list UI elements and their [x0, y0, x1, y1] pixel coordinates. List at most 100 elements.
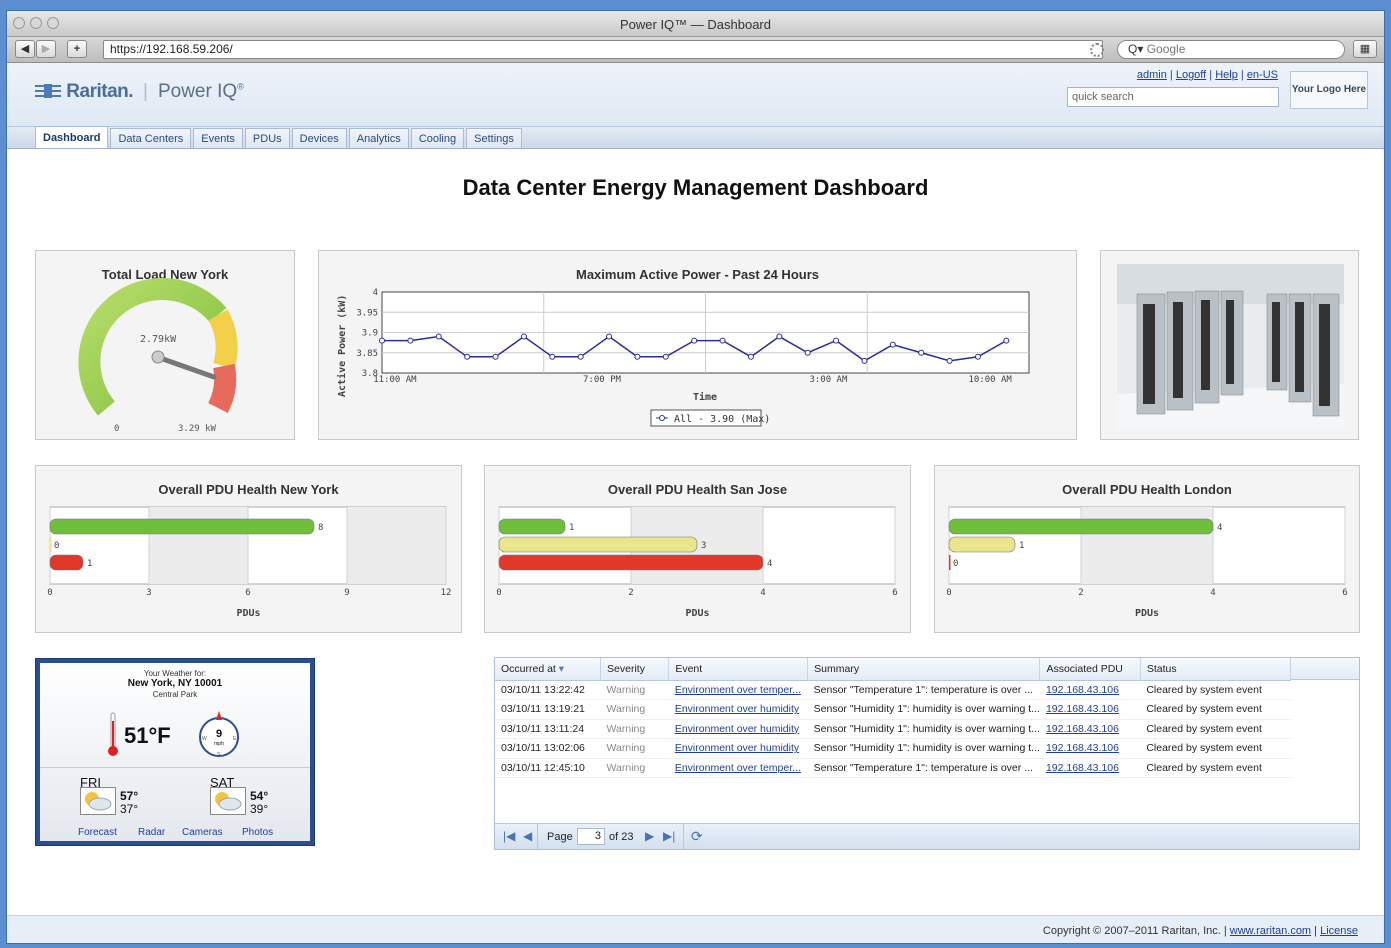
weather-cameras-link[interactable]: Cameras — [182, 827, 223, 838]
col-severity[interactable]: Severity — [600, 658, 670, 681]
x-tick-label: 6 — [1342, 588, 1347, 598]
line-data-point — [719, 337, 726, 344]
x-tick-label: 0 — [47, 588, 52, 598]
partly-cloudy-icon — [80, 787, 116, 815]
back-button[interactable]: ◀ — [15, 40, 35, 58]
logoff-link[interactable]: Logoff — [1176, 69, 1206, 81]
gauge-green-band — [78, 277, 227, 416]
next-page-icon[interactable]: ▶ — [645, 829, 654, 843]
event-row[interactable]: 03/10/11 13:22:42 Warning Environment over… — [495, 680, 1291, 700]
last-page-icon[interactable]: ▶| — [663, 829, 675, 843]
license-link[interactable]: License — [1320, 925, 1358, 937]
forward-button[interactable]: ▶ — [36, 40, 56, 58]
weather-sublocation: Central Park — [152, 690, 198, 699]
browser-window: Power IQ™ — Dashboard ◀ ▶ + https://192.… — [6, 10, 1385, 944]
line-data-point — [379, 337, 385, 344]
event-occurred-at: 03/10/11 13:19:21 — [495, 699, 601, 720]
col-occurred-at[interactable]: Occurred at ▾ — [495, 658, 602, 681]
weather-radar-link[interactable]: Radar — [138, 827, 165, 838]
event-occurred-at: 03/10/11 13:02:06 — [495, 738, 601, 759]
admin-link[interactable]: admin — [1137, 69, 1167, 81]
line-data-point — [577, 353, 584, 360]
tab-devices[interactable]: Devices — [291, 128, 347, 148]
tab-dashboard[interactable]: Dashboard — [35, 126, 109, 148]
datacenter-photo-panel — [1100, 250, 1359, 440]
event-row[interactable]: 03/10/11 13:11:24 Warning Environment over… — [495, 719, 1291, 739]
event-link[interactable]: Environment over temper... — [675, 684, 801, 696]
pdu-link[interactable]: 192.168.43.106 — [1046, 684, 1119, 696]
url-field[interactable]: https://192.168.59.206/ — [103, 40, 1103, 59]
health-bar — [49, 554, 84, 571]
event-link[interactable]: Environment over humidity — [675, 742, 799, 754]
event-occurred-at: 03/10/11 12:45:10 — [495, 758, 601, 778]
tab-analytics[interactable]: Analytics — [348, 128, 409, 148]
pdu-link[interactable]: 192.168.43.106 — [1046, 742, 1119, 754]
refresh-icon[interactable]: ⟳ — [691, 828, 703, 845]
add-bookmark-button[interactable]: + — [67, 40, 87, 58]
google-search-field[interactable]: Q▾ Google — [1117, 40, 1345, 59]
bar-value-label: 8 — [318, 523, 323, 533]
forecast-day-1-high: 57° — [120, 789, 139, 803]
x-tick-label: 3:00 AM — [809, 375, 848, 385]
pdu-link[interactable]: 192.168.43.106 — [1046, 703, 1119, 715]
bar-value-label: 0 — [953, 559, 958, 569]
pdu-link[interactable]: 192.168.43.106 — [1046, 762, 1119, 774]
bookmarks-grid-icon[interactable]: ▦ — [1353, 40, 1377, 58]
event-severity: Warning — [600, 699, 669, 720]
col-summary[interactable]: Summary — [807, 658, 1041, 681]
forecast-day-2-low: 39° — [250, 802, 269, 816]
event-link[interactable]: Environment over humidity — [675, 703, 799, 715]
event-name: Environment over humidity — [668, 699, 808, 720]
line-data-point — [747, 353, 754, 360]
col-event[interactable]: Event — [668, 658, 809, 681]
window-title: Power IQ™ — Dashboard — [619, 17, 771, 32]
main-tabs: Dashboard Data Centers Events PDUs Devic… — [7, 126, 1384, 149]
event-link[interactable]: Environment over humidity — [675, 723, 799, 735]
bar-value-label: 3 — [701, 541, 706, 551]
health-bar — [498, 536, 698, 553]
prev-page-icon[interactable]: ◀ — [523, 829, 532, 843]
line-data-point — [861, 357, 868, 364]
pdu-ny-xlabel: PDUs — [236, 608, 261, 619]
event-row[interactable]: 03/10/11 13:19:21 Warning Environment over… — [495, 699, 1291, 720]
event-summary: Sensor "Temperature 1": temperature is o… — [807, 680, 1040, 700]
line-data-point — [918, 349, 925, 356]
event-row[interactable]: 03/10/11 12:45:10 Warning Environment over… — [495, 758, 1291, 778]
bar-value-label: 0 — [54, 541, 59, 551]
partly-cloudy-icon — [210, 787, 246, 815]
quick-search-input[interactable]: quick search — [1067, 87, 1279, 107]
tab-cooling[interactable]: Cooling — [410, 128, 465, 148]
weather-location: New York, NY 10001 — [127, 678, 223, 689]
custom-logo-placeholder: Your Logo Here — [1290, 71, 1368, 109]
event-summary: Sensor "Humidity 1": humidity is over wa… — [807, 719, 1040, 739]
first-page-icon[interactable]: |◀ — [503, 829, 515, 843]
line-chart-svg: 43.953.93.853.8 11:00 AM 7:00 PM 3:00 AM 10… — [336, 288, 1030, 427]
col-associated-pdu[interactable]: Associated PDU — [1039, 658, 1141, 681]
health-bar — [948, 536, 1016, 553]
event-row[interactable]: 03/10/11 13:02:06 Warning Environment over… — [495, 738, 1291, 759]
line-data-point — [946, 357, 953, 364]
tab-pdus[interactable]: PDUs — [244, 128, 290, 148]
url-text: https://192.168.59.206/ — [110, 42, 233, 56]
event-status: Cleared by system event — [1140, 758, 1291, 778]
page-number-input[interactable]: 3 — [577, 828, 605, 845]
help-link[interactable]: Help — [1215, 69, 1238, 81]
event-link[interactable]: Environment over temper... — [675, 762, 801, 774]
tab-data-centers[interactable]: Data Centers — [110, 128, 192, 148]
events-table: Occurred at ▾ Severity Event Summary Ass… — [495, 658, 1292, 778]
raritan-logo-icon — [35, 84, 61, 98]
tab-settings[interactable]: Settings — [466, 128, 522, 148]
loading-spinner-icon — [1090, 43, 1104, 57]
window-titlebar: Power IQ™ — Dashboard — [7, 11, 1384, 37]
weather-photos-link[interactable]: Photos — [242, 827, 273, 838]
event-summary: Sensor "Humidity 1": humidity is over wa… — [807, 738, 1040, 759]
raritan-site-link[interactable]: www.raritan.com — [1230, 925, 1311, 937]
pdu-link[interactable]: 192.168.43.106 — [1046, 723, 1119, 735]
col-status[interactable]: Status — [1140, 658, 1292, 681]
tab-events[interactable]: Events — [193, 128, 243, 148]
gauge-panel: Total Load New York 2.79kW 0 3.29 kW — [35, 250, 295, 440]
y-tick-label: 3.95 — [356, 308, 378, 318]
line-data-point — [691, 337, 698, 344]
weather-forecast-link[interactable]: Forecast — [78, 827, 117, 838]
locale-link[interactable]: en-US — [1247, 69, 1278, 81]
